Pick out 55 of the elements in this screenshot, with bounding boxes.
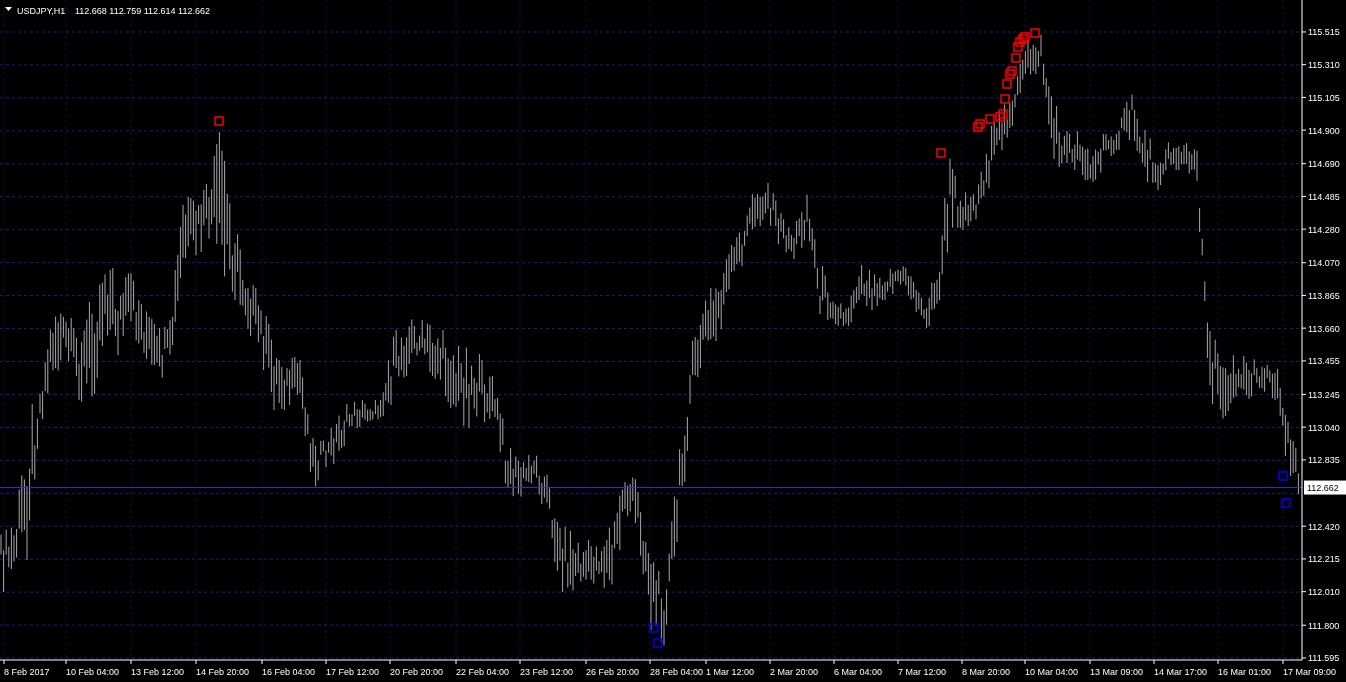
signal-marker	[1011, 53, 1021, 63]
signal-marker	[1030, 28, 1040, 38]
time-label: 17 Feb 12:00	[326, 667, 380, 677]
price-label: 114.485	[1308, 191, 1340, 202]
signal-marker	[653, 638, 663, 648]
price-label: 115.515	[1308, 27, 1340, 38]
price-label: 113.245	[1308, 389, 1340, 400]
time-label: 28 Feb 04:00	[650, 667, 704, 677]
dropdown-icon[interactable]	[5, 7, 12, 11]
quote-label: 112.668 112.759 112.614 112.662	[75, 6, 210, 16]
signal-marker	[1281, 498, 1291, 508]
signal-marker	[1013, 42, 1023, 52]
time-label: 14 Mar 17:00	[1154, 667, 1208, 677]
time-label: 22 Feb 04:00	[456, 667, 510, 677]
time-label: 7 Mar 12:00	[898, 667, 947, 677]
time-label: 10 Feb 04:00	[66, 667, 120, 677]
signal-marker	[214, 116, 224, 126]
time-label: 1 Mar 12:00	[706, 667, 755, 677]
time-label: 10 Mar 04:00	[1025, 667, 1079, 677]
price-label: 114.900	[1308, 125, 1340, 136]
signal-marker	[936, 148, 946, 158]
time-label: 23 Feb 12:00	[520, 667, 574, 677]
signal-marker	[1000, 94, 1010, 104]
signal-marker	[1002, 79, 1012, 89]
price-label: 115.105	[1308, 92, 1340, 103]
price-label: 112.420	[1308, 521, 1340, 532]
time-label: 6 Mar 04:00	[834, 667, 883, 677]
price-label: 113.865	[1308, 290, 1340, 301]
price-label: 111.595	[1308, 653, 1340, 664]
signal-marker	[1278, 471, 1288, 481]
time-label: 13 Mar 09:00	[1090, 667, 1144, 677]
time-label: 16 Feb 04:00	[262, 667, 316, 677]
price-label: 112.215	[1308, 554, 1340, 565]
signal-marker	[649, 623, 659, 633]
time-label: 13 Feb 12:00	[131, 667, 185, 677]
price-label: 113.660	[1308, 323, 1340, 334]
time-label: 17 Mar 09:00	[1283, 667, 1337, 677]
time-label: 16 Mar 01:00	[1218, 667, 1272, 677]
time-label: 14 Feb 20:00	[196, 667, 250, 677]
price-label: 113.455	[1308, 356, 1340, 367]
time-label: 2 Mar 20:00	[770, 667, 819, 677]
price-label: 114.280	[1308, 224, 1340, 235]
price-label: 112.835	[1308, 455, 1340, 466]
signal-marker	[985, 114, 995, 124]
price-label: 111.800	[1308, 620, 1340, 631]
symbol-label: USDJPY,H1	[17, 6, 66, 16]
time-label: 26 Feb 20:00	[586, 667, 640, 677]
price-label: 114.070	[1308, 258, 1340, 269]
time-label: 8 Feb 2017	[4, 667, 50, 677]
time-label: 8 Mar 20:00	[962, 667, 1011, 677]
price-label: 113.040	[1308, 422, 1340, 433]
price-label: 114.690	[1308, 159, 1340, 170]
price-label: 112.010	[1308, 587, 1340, 598]
time-label: 20 Feb 20:00	[390, 667, 444, 677]
price-label: 115.310	[1308, 60, 1340, 71]
